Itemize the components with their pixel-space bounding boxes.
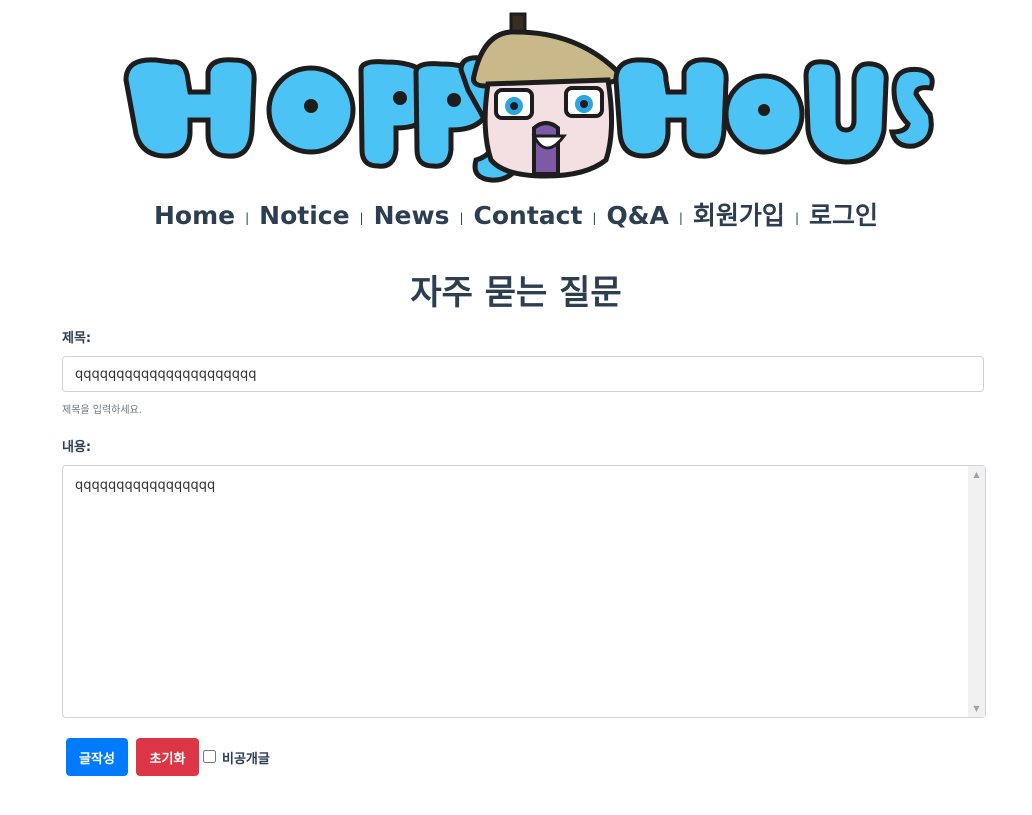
page-title: 자주 묻는 질문 [410,273,622,313]
submit-button[interactable]: 글작성 [66,738,128,776]
house-character-icon [471,12,621,179]
nav-separator: | [359,211,364,225]
subject-help-text: 제목을 입력하세요. [62,405,142,416]
scroll-up-arrow-icon[interactable]: ▲ [968,466,985,483]
content-textarea[interactable]: qqqqqqqqqqqqqqqqq [63,466,968,717]
subject-input[interactable] [62,356,984,392]
content-textarea-wrapper: qqqqqqqqqqqqqqqqq ▲ ▼ [62,465,986,718]
happy-house-logo[interactable] [116,10,936,192]
nav-notice[interactable]: Notice [257,201,351,230]
nav-signup[interactable]: 회원가입 [691,201,787,230]
subject-label: 제목: [62,331,92,346]
reset-button[interactable]: 초기화 [136,738,199,776]
scroll-down-arrow-icon[interactable]: ▼ [968,700,985,717]
nav-separator: | [245,211,250,225]
nav-separator: | [678,211,683,225]
content-label: 내용: [62,440,92,455]
private-checkbox-label[interactable]: 비공개글 [222,748,270,767]
logo-letters-right [613,57,935,165]
nav-login[interactable]: 로그인 [807,201,880,230]
textarea-scrollbar[interactable]: ▲ ▼ [968,466,985,717]
main-nav: Home | Notice | News | Contact | Q&A | 회원가입 | 로그인 [0,196,1032,232]
nav-separator: | [592,211,597,225]
nav-news[interactable]: News [372,201,452,230]
nav-contact[interactable]: Contact [472,201,585,230]
nav-qna[interactable]: Q&A [604,201,670,230]
nav-separator: | [459,211,464,225]
nav-separator: | [794,211,799,225]
private-checkbox[interactable] [203,750,216,763]
nav-home[interactable]: Home [152,201,237,230]
